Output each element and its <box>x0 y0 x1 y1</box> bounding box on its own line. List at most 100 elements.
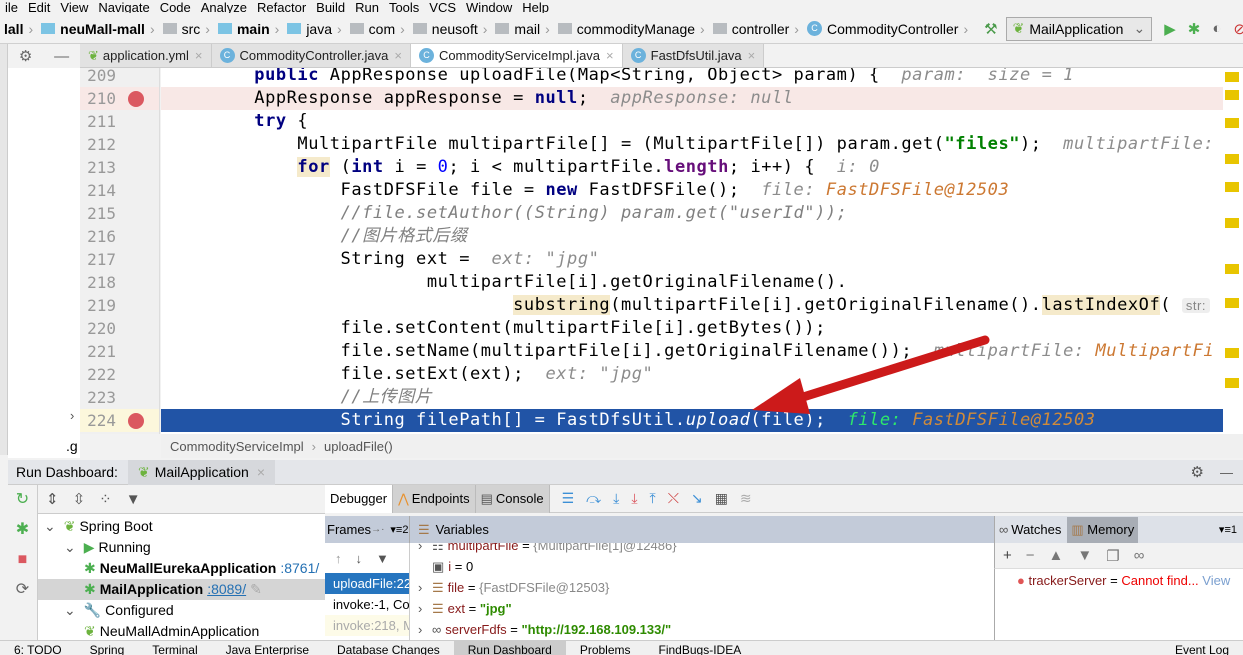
editor-tab[interactable]: C FastDfsUtil.java × <box>622 44 765 67</box>
code-line[interactable]: file.setContent(multipartFile[i].getByte… <box>161 317 1223 340</box>
rerun-icon[interactable]: ↻ <box>8 485 37 515</box>
variable-row[interactable]: › ☷ multipartFile = {MultipartFile[1]@1248… <box>418 543 677 556</box>
trace-icon[interactable]: ≋ <box>740 490 752 507</box>
stripe-mark[interactable] <box>1225 348 1239 358</box>
stripe-mark[interactable] <box>1225 264 1239 274</box>
menu-item[interactable]: Build <box>311 1 350 13</box>
code-line[interactable]: //图片格式后缀 <box>161 225 1223 248</box>
debug-icon[interactable]: ✱ <box>1188 20 1201 38</box>
breadcrumb-item[interactable]: src › <box>159 21 214 37</box>
layout-dropdown[interactable]: ▾≡1 <box>1219 523 1237 536</box>
frame-item[interactable]: uploadFile:224 <box>325 573 409 594</box>
tab-watches[interactable]: Watches <box>1011 522 1061 537</box>
group-icon[interactable]: ⁘ <box>99 490 112 508</box>
tree-node[interactable]: ⌄ ▶ Running <box>64 537 151 558</box>
tool-window-button[interactable]: Spring <box>76 641 139 655</box>
tool-window-button[interactable]: Problems <box>566 641 645 655</box>
variable-row[interactable]: › ☰ ext = "jpg" <box>418 598 512 619</box>
drop-frame-icon[interactable]: ⤬ <box>668 490 679 507</box>
breadcrumb-item[interactable]: main › <box>214 21 283 37</box>
code-line[interactable]: for (int i = 0; i < multipartFile.length… <box>161 156 1223 179</box>
step-into-icon[interactable]: ⤓ <box>613 490 619 507</box>
collapse-all-icon[interactable]: ⇳ <box>73 490 86 508</box>
coverage-icon[interactable]: ◐ <box>1212 20 1221 37</box>
variable-row[interactable]: › ☰ file = {FastDFSFile@12503} <box>418 577 609 598</box>
breakpoint-icon[interactable] <box>128 413 144 429</box>
stripe-mark[interactable] <box>1225 378 1239 388</box>
view-link[interactable]: View <box>1202 573 1230 588</box>
menu-item[interactable]: Analyze <box>196 1 252 13</box>
filter-icon[interactable]: ▼ <box>376 551 389 566</box>
tool-window-button[interactable]: Run Dashboard <box>453 641 566 655</box>
variable-row[interactable]: ▣ i = 0 <box>418 556 473 577</box>
glasses-icon[interactable]: ∞ <box>1134 547 1145 564</box>
menu-item[interactable]: ile <box>0 1 23 13</box>
minimize-icon[interactable]: — <box>1220 465 1233 480</box>
menu-item[interactable]: Window <box>461 1 517 13</box>
port-link[interactable]: :8761/ <box>280 560 319 576</box>
stripe-mark[interactable] <box>1225 154 1239 164</box>
menu-item[interactable]: Code <box>155 1 196 13</box>
filter-icon[interactable]: ▼ <box>126 491 141 508</box>
expand-arrow-icon[interactable]: › <box>418 598 432 619</box>
mute-breakpoints-icon[interactable]: ⊘ <box>1233 20 1243 38</box>
show-execution-point-icon[interactable]: ☰ <box>562 490 575 507</box>
variable-row[interactable]: › ∞ serverFdfs = "http://192.168.109.133/" <box>418 619 671 640</box>
add-icon[interactable]: + <box>1003 547 1012 564</box>
chevron-down-icon[interactable]: ⌄ <box>64 602 76 618</box>
breadcrumb-item[interactable]: lall › <box>0 21 37 37</box>
tree-node[interactable]: ⌄ 🔧 Configured <box>64 600 174 621</box>
tree-node[interactable]: ❦ NeuMallAdminApplication <box>84 621 259 640</box>
code-line[interactable]: file.setExt(ext); ext: "jpg" <box>161 363 1223 386</box>
step-over-icon[interactable]: ⤼ <box>586 490 601 507</box>
chevron-down-icon[interactable]: ⌄ <box>44 518 56 534</box>
expand-arrow-icon[interactable]: › <box>70 408 74 423</box>
breadcrumb-item[interactable]: mail › <box>491 21 553 37</box>
tree-node[interactable]: ⌄ ❦ Spring Boot <box>44 516 153 537</box>
close-icon[interactable]: × <box>748 48 756 63</box>
stripe-mark[interactable] <box>1225 218 1239 228</box>
code-line[interactable]: FastDFSFile file = new FastDFSFile(); fi… <box>161 179 1223 202</box>
close-icon[interactable]: × <box>195 48 203 63</box>
run-icon[interactable]: ▶ <box>1164 20 1176 38</box>
debug-icon[interactable]: ✱ <box>8 515 37 545</box>
breakpoint-icon[interactable] <box>128 91 144 107</box>
force-step-into-icon[interactable]: ⤓ <box>631 490 637 507</box>
breadcrumb-method[interactable]: uploadFile() <box>324 439 393 454</box>
watch-item[interactable]: ● trackerServer = Cannot find... View <box>994 569 1243 640</box>
tab-debugger[interactable]: Debugger <box>325 484 394 513</box>
down-arrow-icon[interactable]: ↓ <box>356 551 363 566</box>
menu-item[interactable]: VCS <box>424 1 461 13</box>
expand-arrow-icon[interactable]: › <box>418 577 432 598</box>
stripe-mark[interactable] <box>1225 72 1239 82</box>
menu-item[interactable]: Tools <box>384 1 424 13</box>
tree-node[interactable]: ✱ MailApplication:8089/✎ <box>38 579 325 600</box>
code-line[interactable]: try { <box>161 110 1223 133</box>
move-down-icon[interactable]: ▼ <box>1077 547 1092 564</box>
stripe-mark[interactable] <box>1225 118 1239 128</box>
port-link[interactable]: :8089/ <box>207 581 246 597</box>
breadcrumb-item[interactable]: controller › <box>709 21 803 37</box>
code-line[interactable]: MultipartFile multipartFile[] = (Multipa… <box>161 133 1223 156</box>
move-up-icon[interactable]: ▲ <box>1049 547 1064 564</box>
expand-arrow-icon[interactable]: › <box>418 543 432 556</box>
code-line[interactable]: //上传图片 <box>161 386 1223 409</box>
tab-console[interactable]: ▤ Console <box>475 484 550 513</box>
stripe-mark[interactable] <box>1225 90 1239 100</box>
code-line[interactable]: multipartFile[i].getOriginalFilename(). <box>161 271 1223 294</box>
code-line[interactable]: AppResponse appResponse = null; appRespo… <box>161 87 1223 110</box>
code-line[interactable]: String filePath[] = FastDfsUtil.upload(f… <box>161 409 1223 432</box>
close-icon[interactable]: × <box>394 48 402 63</box>
menu-item[interactable]: Refactor <box>252 1 311 13</box>
menu-item[interactable]: View <box>55 1 93 13</box>
frame-item[interactable]: invoke:218, M <box>325 615 409 636</box>
menu-item[interactable]: Edit <box>23 1 55 13</box>
stop-icon[interactable]: ■ <box>8 545 37 575</box>
chevron-down-icon[interactable]: ⌄ <box>64 539 76 555</box>
editor-tab[interactable]: C CommodityServiceImpl.java × <box>410 44 623 67</box>
threads-dropdown[interactable]: ▾≡2 <box>390 523 408 536</box>
up-arrow-icon[interactable]: ↑ <box>335 551 342 566</box>
breadcrumb-item[interactable]: neuMall-mall › <box>37 21 158 37</box>
expand-all-icon[interactable]: ⇕ <box>46 490 59 508</box>
remove-icon[interactable]: − <box>1026 547 1035 564</box>
